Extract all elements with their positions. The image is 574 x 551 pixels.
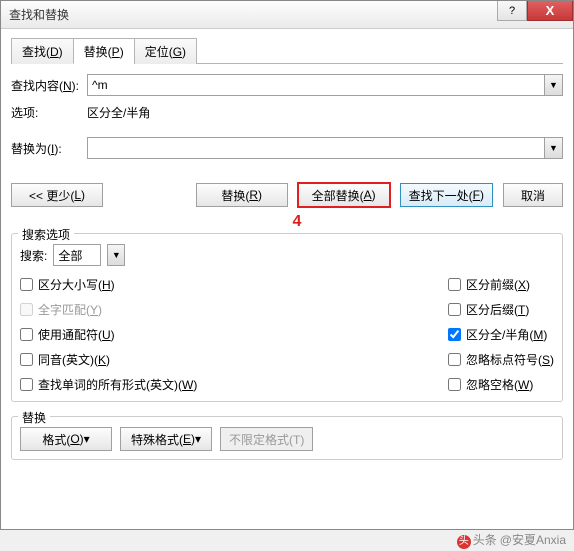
titlebar[interactable]: 查找和替换 ? X xyxy=(1,1,573,29)
search-direction-label: 搜索: xyxy=(20,247,47,264)
find-dropdown-icon[interactable]: ▼ xyxy=(545,74,563,96)
tab-find[interactable]: 查找(D) xyxy=(11,38,74,64)
format-button[interactable]: 格式(O) ▾ xyxy=(20,427,112,451)
search-options-group: 搜索选项 搜索: 全部 ▼ 区分大小写(H)全字匹配(Y)使用通配符(U)同音(… xyxy=(11,233,563,402)
checkbox-input-left-0[interactable] xyxy=(20,278,33,291)
find-label: 查找内容(N): xyxy=(11,77,87,94)
replace-button[interactable]: 替换(R) xyxy=(196,183,288,207)
checkbox-input-right-3[interactable] xyxy=(448,353,461,366)
checkbox-input-right-2[interactable] xyxy=(448,328,461,341)
help-button[interactable]: ? xyxy=(497,1,527,21)
checkbox-left-4[interactable]: 查找单词的所有形式(英文)(W) xyxy=(20,376,197,393)
tab-replace[interactable]: 替换(P) xyxy=(73,38,135,64)
checkbox-input-right-1[interactable] xyxy=(448,303,461,316)
replace-label: 替换为(I): xyxy=(11,140,87,157)
watermark-logo-icon: 头 xyxy=(457,535,471,549)
replace-format-group: 替换 格式(O) ▾ 特殊格式(E) ▾ 不限定格式(T) xyxy=(11,416,563,460)
replace-dropdown-icon[interactable]: ▼ xyxy=(545,137,563,159)
window-title: 查找和替换 xyxy=(9,6,69,23)
less-button[interactable]: << 更少(L) xyxy=(11,183,103,207)
checkbox-input-right-0[interactable] xyxy=(448,278,461,291)
checkbox-right-3[interactable]: 忽略标点符号(S) xyxy=(448,351,554,368)
annotation-4: 4 xyxy=(251,213,343,231)
checkbox-left-0[interactable]: 区分大小写(H) xyxy=(20,276,197,293)
watermark: 头头条 @安夏Anxia xyxy=(457,531,566,549)
checkbox-left-2[interactable]: 使用通配符(U) xyxy=(20,326,197,343)
checkbox-left-1: 全字匹配(Y) xyxy=(20,301,197,318)
close-button[interactable]: X xyxy=(527,1,573,21)
checkbox-left-3[interactable]: 同音(英文)(K) xyxy=(20,351,197,368)
checkbox-right-4[interactable]: 忽略空格(W) xyxy=(448,376,554,393)
search-direction-select[interactable]: 全部 xyxy=(53,244,101,266)
replace-group-title: 替换 xyxy=(18,409,50,426)
search-options-title: 搜索选项 xyxy=(18,226,74,243)
checkbox-input-left-4[interactable] xyxy=(20,378,33,391)
options-value: 区分全/半角 xyxy=(87,104,150,121)
no-format-button: 不限定格式(T) xyxy=(220,427,313,451)
search-direction-dropdown-icon[interactable]: ▼ xyxy=(107,244,125,266)
tab-goto[interactable]: 定位(G) xyxy=(134,38,197,64)
find-next-button[interactable]: 查找下一处(F) xyxy=(400,183,493,207)
replace-input[interactable] xyxy=(87,137,545,159)
replace-all-button[interactable]: 全部替换(A) xyxy=(298,183,390,207)
checkbox-input-right-4[interactable] xyxy=(448,378,461,391)
tabbar: 查找(D) 替换(P) 定位(G) xyxy=(11,37,563,64)
find-input[interactable]: ^m xyxy=(87,74,545,96)
checkbox-input-left-3[interactable] xyxy=(20,353,33,366)
checkbox-right-2[interactable]: 区分全/半角(M) xyxy=(448,326,554,343)
special-format-button[interactable]: 特殊格式(E) ▾ xyxy=(120,427,212,451)
options-label: 选项: xyxy=(11,104,87,121)
checkbox-right-0[interactable]: 区分前缀(X) xyxy=(448,276,554,293)
cancel-button[interactable]: 取消 xyxy=(503,183,563,207)
checkbox-input-left-2[interactable] xyxy=(20,328,33,341)
checkbox-input-left-1 xyxy=(20,303,33,316)
checkbox-right-1[interactable]: 区分后缀(T) xyxy=(448,301,554,318)
find-replace-dialog: 查找和替换 ? X 查找(D) 替换(P) 定位(G) 查找内容(N): ^m … xyxy=(0,0,574,530)
